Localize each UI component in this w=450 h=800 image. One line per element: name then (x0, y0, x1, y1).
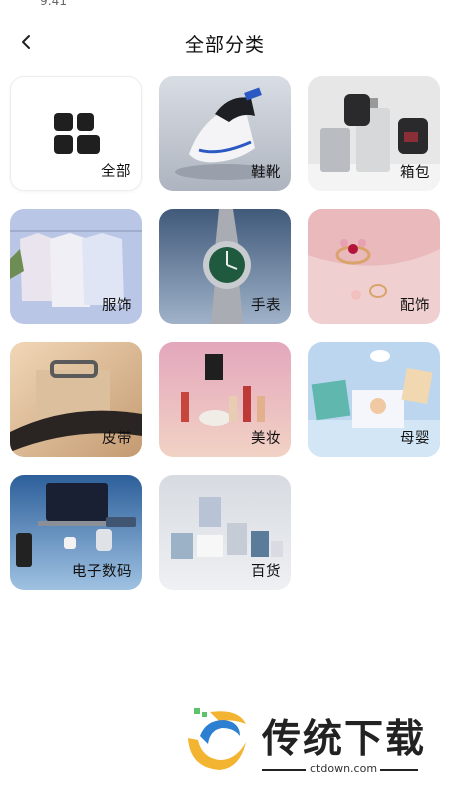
category-label: 母婴 (400, 431, 430, 447)
category-tile-beauty[interactable]: 美妆 (159, 342, 291, 457)
category-tile-electronics[interactable]: 电子数码 (10, 475, 142, 590)
ctdown-logo-icon (188, 708, 246, 770)
category-label: 皮带 (102, 431, 132, 447)
category-label: 配饰 (400, 298, 430, 314)
watermark-url: ctdown.com (310, 762, 378, 775)
category-tile-shoes[interactable]: 鞋靴 (159, 76, 291, 191)
status-time: 9:41 (40, 0, 67, 8)
category-label: 百货 (251, 564, 281, 580)
category-tile-watches[interactable]: 手表 (159, 209, 291, 324)
watermark-brand: 传统下载 (262, 717, 427, 762)
category-label: 手表 (251, 298, 281, 314)
category-label: 鞋靴 (251, 165, 281, 181)
category-tile-bags[interactable]: 箱包 (308, 76, 440, 191)
category-label: 服饰 (102, 298, 132, 314)
all-categories-icon (54, 113, 100, 155)
watermark-divider (262, 769, 306, 771)
category-label: 全部 (101, 164, 131, 180)
status-bar: 9:41 (0, 0, 450, 14)
category-tile-all[interactable]: 全部 (10, 76, 142, 191)
category-tile-clothing[interactable]: 服饰 (10, 209, 142, 324)
category-tile-belts[interactable]: 皮带 (10, 342, 142, 457)
category-label: 箱包 (400, 165, 430, 181)
watermark: 传统下载 ctdown.com (180, 700, 430, 780)
category-tile-accessories[interactable]: 配饰 (308, 209, 440, 324)
category-grid: 全部 鞋靴 箱包 服饰 手表 配饰 皮带 美妆 母婴 电子数码 百货 (10, 76, 442, 590)
page-title: 全部分类 (184, 34, 265, 56)
watermark-divider (380, 769, 418, 771)
category-tile-general-merchandise[interactable]: 百货 (159, 475, 291, 590)
category-label: 美妆 (251, 431, 281, 447)
category-label: 电子数码 (72, 564, 132, 580)
header: 全部分类 (0, 22, 450, 62)
category-tile-mother-baby[interactable]: 母婴 (308, 342, 440, 457)
